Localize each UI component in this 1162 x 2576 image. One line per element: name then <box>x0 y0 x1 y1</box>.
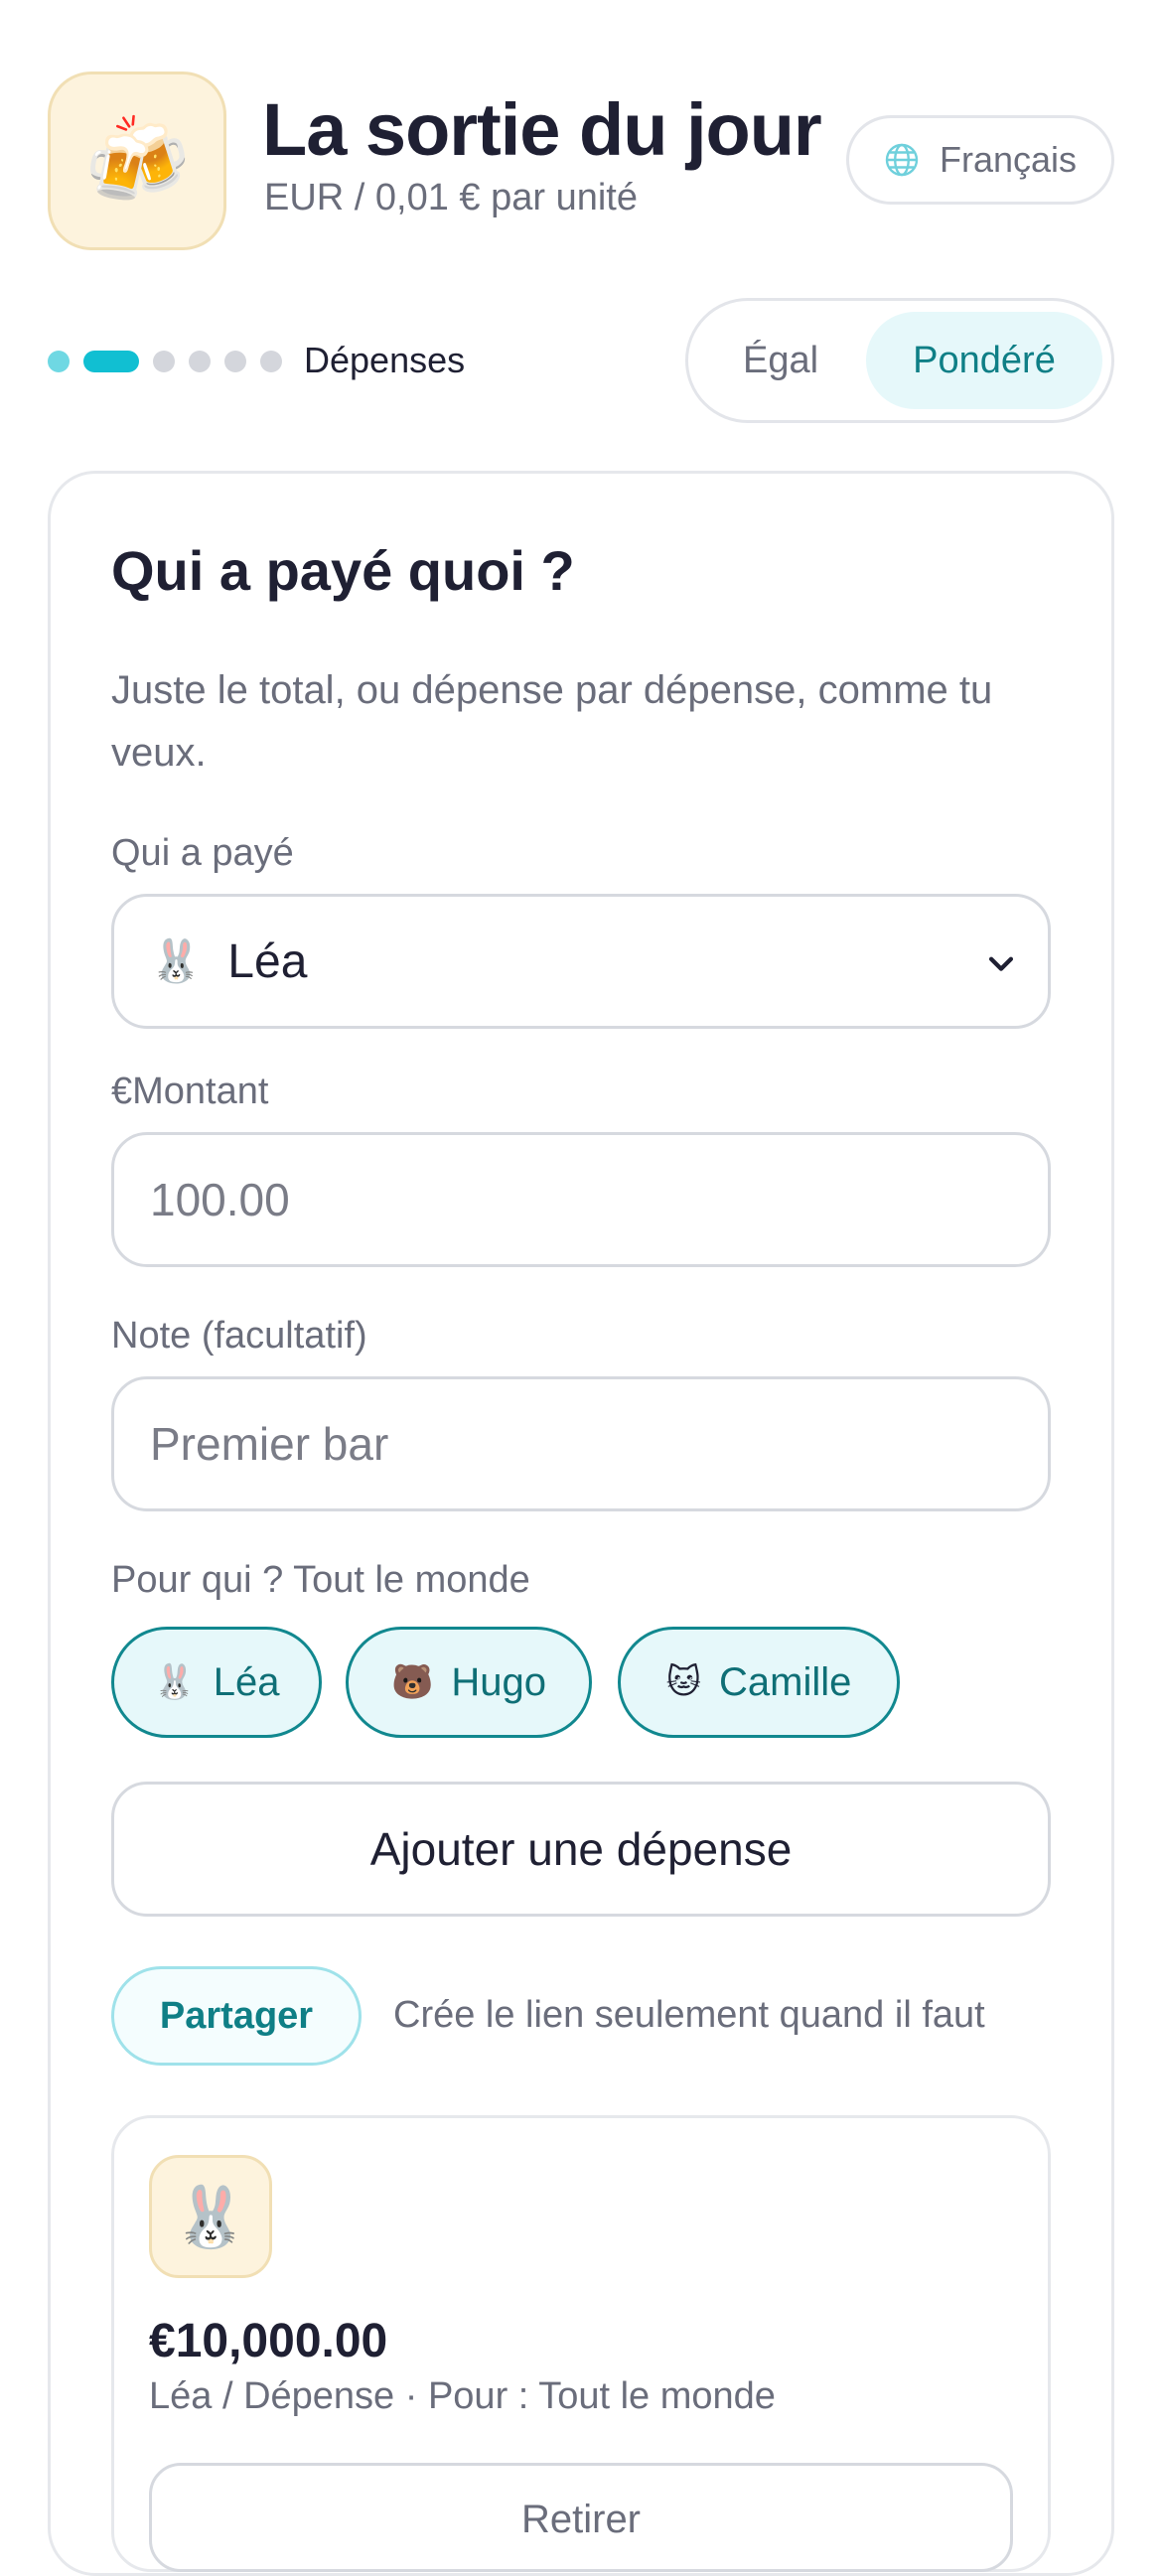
step-dot-current <box>83 351 139 372</box>
note-input[interactable] <box>150 1417 1048 1471</box>
remove-expense-button[interactable]: Retirer <box>149 2463 1013 2572</box>
amount-input[interactable] <box>150 1173 1048 1226</box>
payer-value: Léa <box>227 934 308 988</box>
expense-amount: €10,000.00 <box>149 2315 388 2367</box>
step-dot <box>260 351 282 372</box>
participant-chip-camille[interactable]: 🐱 Camille <box>618 1627 900 1738</box>
page-title: La sortie du jour <box>262 88 822 171</box>
participant-name: Camille <box>719 1659 852 1704</box>
share-note: Crée le lien seulement quand il faut <box>393 1994 985 2036</box>
share-button[interactable]: Partager <box>111 1966 362 2066</box>
globe-icon <box>885 143 919 177</box>
beer-mugs-icon: 🍻 <box>83 113 191 209</box>
cat-icon: 🐱 <box>665 1663 702 1701</box>
expense-meta: Léa / Dépense · Pour : Tout le monde <box>149 2375 776 2417</box>
add-expense-button[interactable]: Ajouter une dépense <box>111 1782 1051 1917</box>
language-button[interactable]: Français <box>846 115 1114 205</box>
amount-label: €Montant <box>111 1071 269 1112</box>
participant-name: Léa <box>213 1659 280 1704</box>
for-whom-label: Pour qui ? Tout le monde <box>111 1559 530 1601</box>
amount-field[interactable] <box>111 1132 1051 1267</box>
avatar: 🐰 <box>149 2155 272 2278</box>
bear-icon: 🐻 <box>391 1663 434 1701</box>
step-label: Dépenses <box>304 340 466 380</box>
split-mode-weighted[interactable]: Pondéré <box>866 312 1102 409</box>
participant-chip-hugo[interactable]: 🐻 Hugo <box>346 1627 592 1738</box>
step-progress <box>48 348 282 375</box>
app-icon: 🍻 <box>48 72 226 250</box>
chevron-down-icon <box>988 956 1014 971</box>
rabbit-icon: 🐰 <box>150 936 203 984</box>
form-title: Qui a payé quoi ? <box>111 539 575 602</box>
step-dot <box>48 351 70 372</box>
step-dot <box>189 351 211 372</box>
payer-select[interactable]: 🐰 Léa <box>111 894 1051 1029</box>
participant-chip-lea[interactable]: 🐰 Léa <box>111 1627 322 1738</box>
participant-name: Hugo <box>451 1659 546 1704</box>
split-mode-equal[interactable]: Égal <box>701 312 860 409</box>
rabbit-icon: 🐰 <box>173 2183 248 2250</box>
step-dot <box>153 351 175 372</box>
step-dot <box>224 351 246 372</box>
note-label: Note (facultatif) <box>111 1315 367 1357</box>
payer-label: Qui a payé <box>111 832 294 874</box>
form-description: Juste le total, ou dépense par dépense, … <box>111 668 993 775</box>
rabbit-icon: 🐰 <box>153 1663 196 1701</box>
language-label: Français <box>939 139 1078 180</box>
note-field[interactable] <box>111 1376 1051 1511</box>
currency-subtitle: EUR / 0,01 € par unité <box>264 177 638 218</box>
remove-label: Retirer <box>520 2498 642 2541</box>
